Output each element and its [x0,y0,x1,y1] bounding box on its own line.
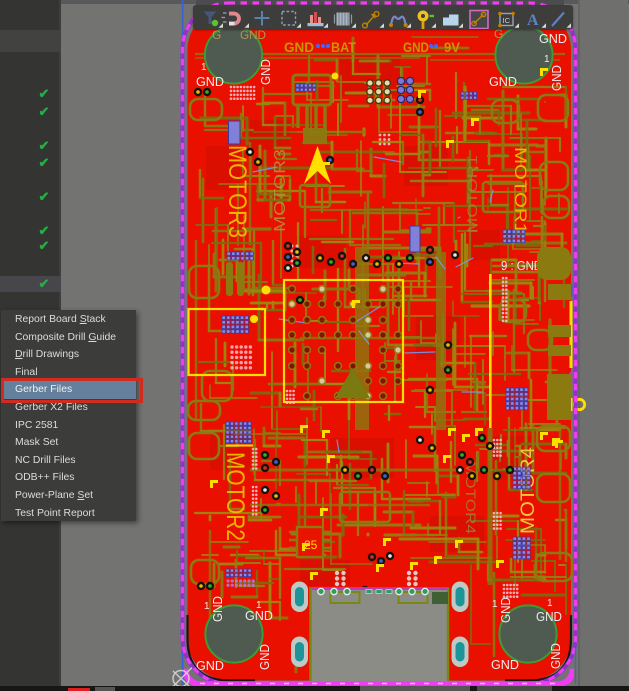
svg-text:A: A [527,12,539,29]
svg-text:G: G [212,28,221,42]
svg-text:GND: GND [259,59,273,85]
svg-text:GND: GND [240,28,266,42]
svg-text:GND: GND [258,644,272,670]
svg-text:9V: 9V [444,39,461,55]
svg-text:MOTOR1: MOTOR1 [511,147,530,234]
svg-text:MOTOR1: MOTOR1 [464,155,480,233]
svg-text:MOTOR2: MOTOR2 [221,452,249,541]
svg-text:GND: GND [196,75,224,89]
svg-text:MOTOR3: MOTOR3 [223,145,251,238]
svg-text:MOTOR4: MOTOR4 [518,447,539,534]
svg-text:GND: GND [489,75,517,89]
svg-text:1: 1 [201,62,207,73]
svg-text:GND: GND [539,32,567,46]
svg-text:G: G [494,27,503,41]
svg-text:9 : GND: 9 : GND [501,258,542,273]
svg-text:1: 1 [544,54,550,65]
svg-text:GND: GND [491,658,519,672]
svg-text:GND: GND [284,39,314,55]
svg-text:1: 1 [547,598,553,609]
svg-text:GND: GND [245,609,273,623]
svg-text:1: 1 [492,599,498,610]
svg-text:GND: GND [550,65,564,91]
svg-text:GND: GND [536,610,562,624]
svg-text:GND: GND [549,643,563,669]
svg-text:1: 1 [204,601,210,612]
svg-text:IC: IC [503,16,511,25]
svg-text:GND: GND [499,597,513,623]
svg-text:1: 1 [256,600,262,611]
svg-text:GND: GND [403,39,429,55]
svg-text:MOTOR3: MOTOR3 [272,149,289,232]
svg-text:BAT: BAT [331,39,356,55]
svg-text:GND: GND [211,596,225,622]
